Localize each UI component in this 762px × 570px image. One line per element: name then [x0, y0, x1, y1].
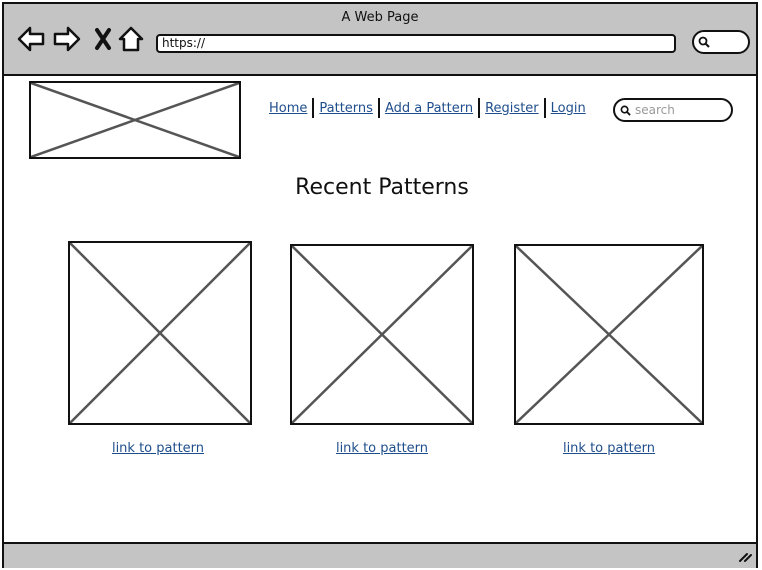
site-search-box[interactable]: [613, 98, 733, 122]
pattern-link[interactable]: link to pattern: [292, 441, 472, 456]
pattern-link[interactable]: link to pattern: [519, 441, 699, 456]
browser-statusbar: [4, 542, 756, 568]
nav-login-link[interactable]: Login: [546, 101, 591, 116]
pattern-link[interactable]: link to pattern: [68, 441, 248, 456]
pattern-image-placeholder[interactable]: [68, 241, 252, 425]
nav-add-pattern-link[interactable]: Add a Pattern: [380, 101, 478, 116]
resize-grip-icon[interactable]: [738, 550, 752, 562]
site-search-input[interactable]: [635, 102, 725, 118]
back-arrow-icon[interactable]: [16, 24, 46, 54]
pattern-image-placeholder[interactable]: [514, 244, 704, 425]
address-bar[interactable]: https://: [156, 34, 676, 53]
page-heading: Recent Patterns: [295, 175, 469, 200]
browser-titlebar: A Web Page https://: [4, 4, 756, 76]
pattern-image-placeholder[interactable]: [290, 244, 474, 425]
main-nav: Home Patterns Add a Pattern Register Log…: [264, 96, 591, 120]
search-icon: [698, 36, 710, 48]
nav-home-link[interactable]: Home: [264, 101, 312, 116]
close-x-icon[interactable]: [88, 24, 118, 54]
window-title: A Web Page: [341, 10, 419, 25]
search-icon: [620, 105, 631, 116]
browser-search-box[interactable]: [692, 30, 750, 54]
nav-patterns-link[interactable]: Patterns: [314, 101, 378, 116]
nav-register-link[interactable]: Register: [480, 101, 544, 116]
browser-window: A Web Page https:// Home Patterns Add a …: [2, 2, 758, 568]
logo-placeholder: [29, 81, 241, 159]
forward-arrow-icon[interactable]: [52, 24, 82, 54]
home-icon[interactable]: [116, 24, 146, 54]
